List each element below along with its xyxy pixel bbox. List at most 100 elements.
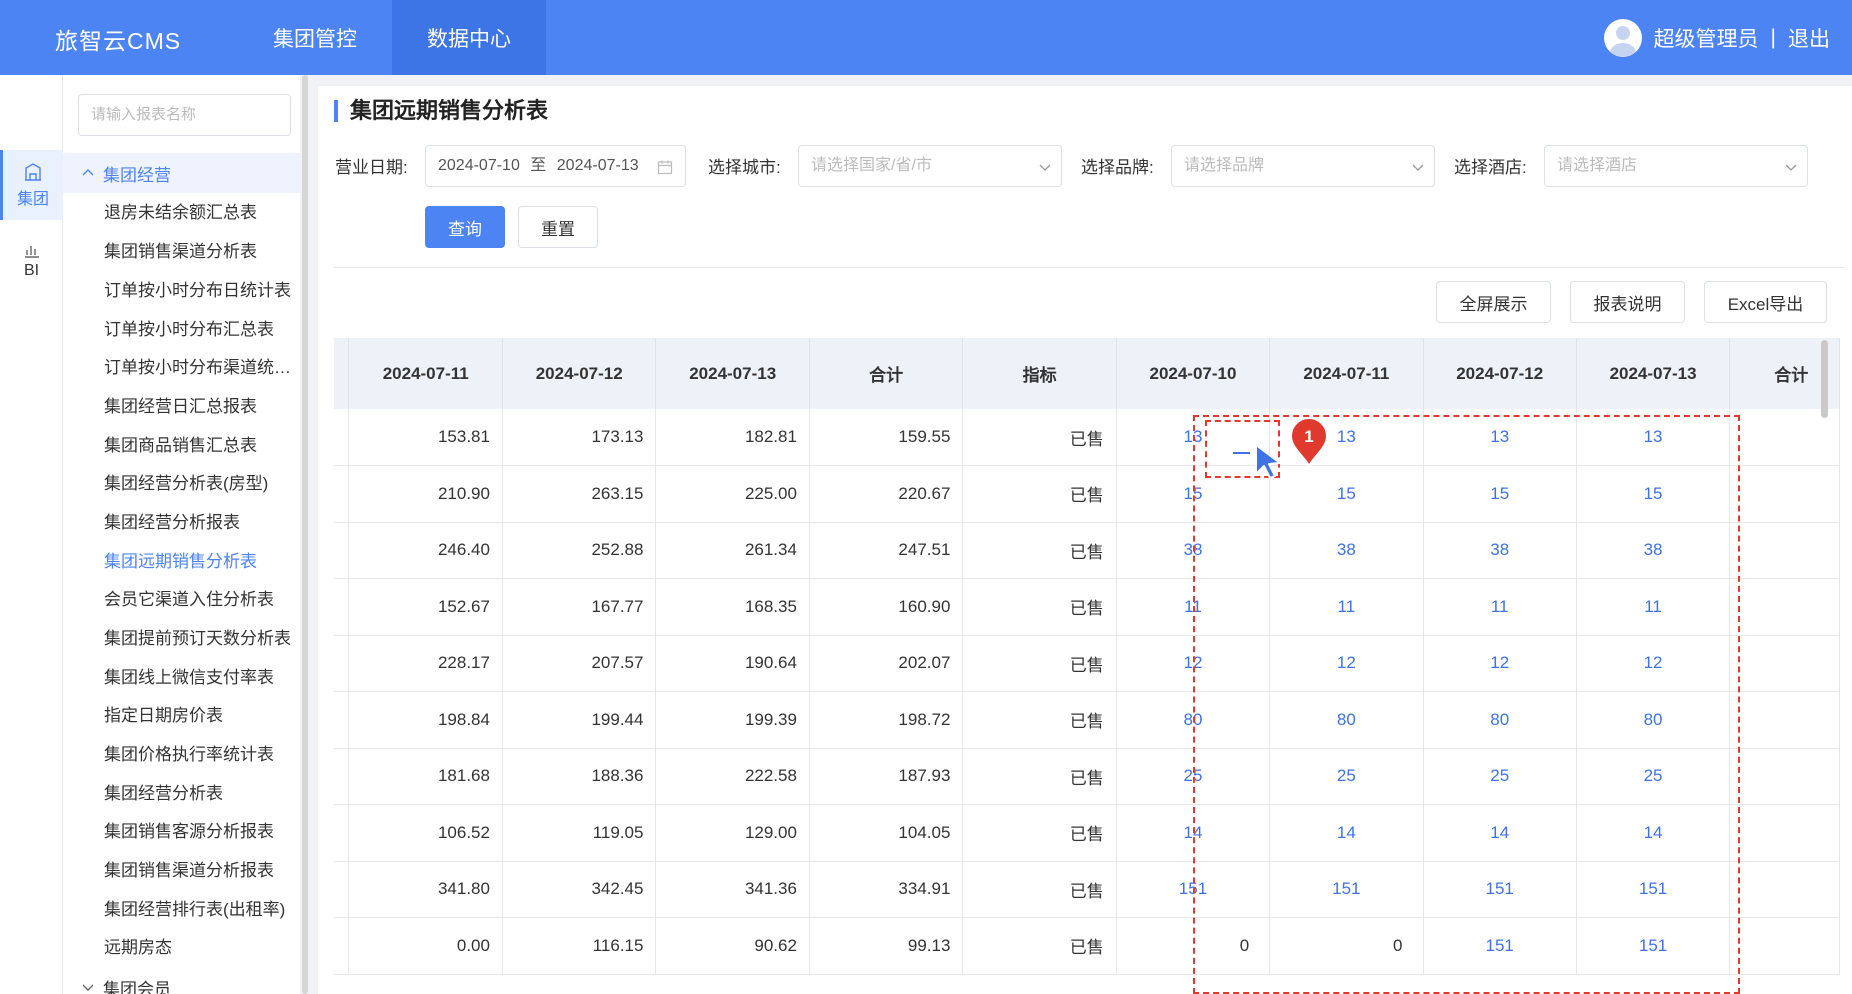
table-cell-link[interactable]: 15	[1116, 465, 1271, 523]
table-cell-link[interactable]: 151	[1116, 861, 1271, 918]
table-cell	[1729, 578, 1840, 636]
column-header[interactable]: 2024-07-13	[655, 338, 810, 409]
brand-select[interactable]: 请选择品牌	[1171, 145, 1435, 187]
table-cell-link[interactable]: 151	[1269, 861, 1424, 918]
fullscreen-button[interactable]: 全屏展示	[1436, 281, 1551, 323]
table-cell-link[interactable]: 25	[1116, 748, 1271, 805]
column-header[interactable]: 指标	[962, 338, 1117, 409]
table-cell-link[interactable]: 14	[1269, 804, 1424, 862]
table-cell	[1729, 804, 1840, 862]
table-cell-link[interactable]: 13	[1423, 409, 1577, 466]
table-cell-link[interactable]: 80	[1116, 691, 1271, 749]
tree-item[interactable]: 订单按小时分布汇总表	[104, 310, 300, 349]
table-cell-link[interactable]: 11	[1576, 578, 1731, 636]
table-cell: 已售	[962, 804, 1117, 862]
table-cell-link[interactable]: 11	[1116, 578, 1271, 636]
hotel-select[interactable]: 请选择酒店	[1544, 145, 1808, 187]
table-cell-link[interactable]: 151	[1423, 861, 1577, 918]
column-header[interactable]: 2024-07-13	[1576, 338, 1731, 409]
table-cell: 已售	[962, 409, 1117, 466]
city-select[interactable]: 请选择国家/省/市	[798, 145, 1062, 187]
nav-data-center[interactable]: 数据中心	[392, 0, 546, 75]
tree-item[interactable]: 会员它渠道入住分析表	[104, 580, 300, 619]
table-cell-edge	[334, 917, 350, 975]
table-cell-link[interactable]: 38	[1269, 522, 1424, 579]
tree-item[interactable]: 订单按小时分布日统计表	[104, 271, 300, 310]
tree-item[interactable]: 集团价格执行率统计表	[104, 735, 300, 774]
table-cell-link[interactable]: 15	[1576, 465, 1731, 523]
table-cell-link[interactable]: 151	[1423, 917, 1577, 975]
tree-item[interactable]: 集团销售客源分析报表	[104, 812, 300, 851]
nav-group-control[interactable]: 集团管控	[238, 0, 392, 75]
column-header[interactable]: 2024-07-12	[502, 338, 657, 409]
tree-item-active[interactable]: 集团远期销售分析表	[104, 542, 300, 581]
tree-group-members[interactable]: 集团会员	[63, 967, 300, 994]
table-cell-link[interactable]: 12	[1116, 635, 1271, 692]
table-cell-link[interactable]: 80	[1423, 691, 1577, 749]
table-cell-link[interactable]: 25	[1423, 748, 1577, 805]
avatar[interactable]	[1603, 18, 1642, 57]
table-cell-link[interactable]: 12	[1576, 635, 1731, 692]
table-cell-link[interactable]: 15	[1269, 465, 1424, 523]
building-icon	[25, 162, 41, 181]
table-cell-link[interactable]: 80	[1576, 691, 1731, 749]
tree-item[interactable]: 集团线上微信支付率表	[104, 658, 300, 697]
tree-item[interactable]: 集团销售渠道分析表	[104, 232, 300, 271]
tree-item[interactable]: 远期房态	[104, 928, 300, 967]
brand-logo[interactable]: 旅智云CMS	[55, 22, 181, 56]
chevron-down-icon	[1412, 164, 1424, 171]
tree-item[interactable]: 集团经营日汇总报表	[104, 387, 300, 426]
user-name[interactable]: 超级管理员	[1654, 23, 1759, 53]
tree-item[interactable]: 集团销售渠道分析报表	[104, 851, 300, 890]
report-search-input[interactable]: 请输入报表名称	[78, 94, 291, 136]
table-cell-link[interactable]: 14	[1576, 804, 1731, 862]
table-cell-link[interactable]: 38	[1116, 522, 1271, 579]
column-header[interactable]: 2024-07-10	[1116, 338, 1271, 409]
tree-item[interactable]: 集团经营分析报表	[104, 503, 300, 542]
table-cell: 222.58	[655, 748, 810, 805]
rail-item-bi[interactable]: BI	[0, 225, 63, 295]
query-button[interactable]: 查询	[425, 206, 505, 248]
date-range-picker[interactable]: 2024-07-10 至 2024-07-13	[425, 145, 686, 187]
rail-item-group[interactable]: 集团	[0, 150, 63, 220]
table-cell: 已售	[962, 748, 1117, 805]
table-cell-link[interactable]: 25	[1269, 748, 1424, 805]
table-cell-link[interactable]: 11	[1269, 578, 1424, 636]
logout-link[interactable]: 退出	[1788, 23, 1830, 53]
tree-item[interactable]: 退房未结余额汇总表	[104, 193, 300, 232]
tree-item[interactable]: 集团商品销售汇总表	[104, 426, 300, 465]
tree-group-operations[interactable]: 集团经营	[63, 153, 300, 193]
tree-item[interactable]: 集团经营排行表(出租率)	[104, 890, 300, 929]
table-cell-link[interactable]: 13	[1576, 409, 1731, 466]
tree-item[interactable]: 指定日期房价表	[104, 696, 300, 735]
table-cell-link[interactable]: 25	[1576, 748, 1731, 805]
table-cell-link[interactable]: 12	[1269, 635, 1424, 692]
table-cell-link[interactable]: 12	[1423, 635, 1577, 692]
table-cell-link[interactable]: 14	[1423, 804, 1577, 862]
excel-export-button[interactable]: Excel导出	[1704, 281, 1827, 323]
table-cell-link[interactable]: 13	[1116, 409, 1271, 466]
report-description-button[interactable]: 报表说明	[1570, 281, 1685, 323]
chevron-down-icon	[82, 984, 94, 991]
column-header[interactable]: 2024-07-11	[348, 338, 503, 409]
tree-item[interactable]: 订单按小时分布渠道统计表	[104, 348, 300, 387]
table-cell-link[interactable]: 11	[1423, 578, 1577, 636]
table-cell-link[interactable]: 151	[1576, 861, 1731, 918]
reset-button[interactable]: 重置	[518, 206, 598, 248]
tree-item[interactable]: 集团经营分析表	[104, 774, 300, 813]
table-cell-link[interactable]: 38	[1423, 522, 1577, 579]
table-cell-link[interactable]: 38	[1576, 522, 1731, 579]
table-scrollbar[interactable]	[1821, 340, 1828, 418]
column-header[interactable]: 2024-07-11	[1269, 338, 1424, 409]
table-cell-link[interactable]: 15	[1423, 465, 1577, 523]
table-cell: 90.62	[655, 917, 810, 975]
tree-item[interactable]: 集团经营分析表(房型)	[104, 464, 300, 503]
table-cell-link[interactable]: 80	[1269, 691, 1424, 749]
table-cell-link[interactable]: 151	[1576, 917, 1731, 975]
table-cell-link[interactable]: 14	[1116, 804, 1271, 862]
sidebar-scrollbar[interactable]	[302, 75, 308, 994]
column-header[interactable]: 合计	[809, 338, 964, 409]
tree-item[interactable]: 集团提前预订天数分析表	[104, 619, 300, 658]
column-header[interactable]: 2024-07-12	[1423, 338, 1577, 409]
calendar-icon	[657, 160, 673, 175]
